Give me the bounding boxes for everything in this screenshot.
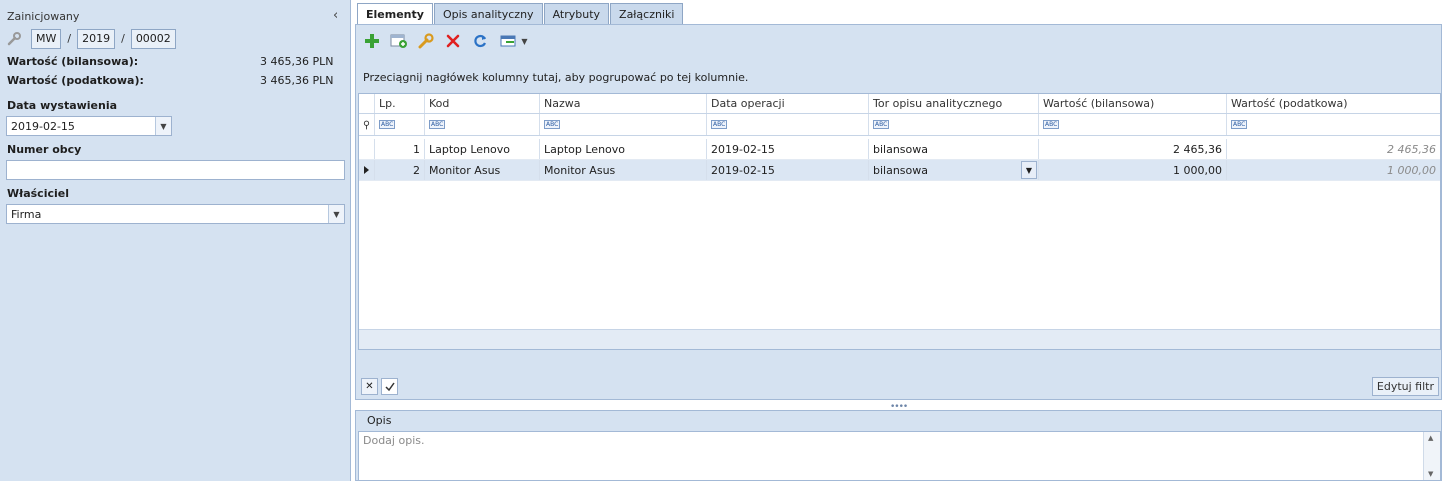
filter-cell-bilansowa[interactable]: ABC: [1039, 114, 1227, 135]
row-indicator[interactable]: [359, 139, 375, 159]
owner-select[interactable]: Firma ▼: [6, 204, 345, 224]
table-row[interactable]: 1 Laptop Lenovo Laptop Lenovo 2019-02-15…: [359, 139, 1440, 160]
document-number: MW / 2019 / 00002: [7, 28, 180, 49]
collapse-panel-icon[interactable]: ‹: [333, 8, 338, 23]
issue-date-label: Data wystawienia: [7, 99, 118, 112]
issue-date-value: 2019-02-15: [11, 119, 75, 133]
foreign-number-label: Numer obcy: [7, 143, 82, 156]
text-filter-icon: ABC: [1231, 120, 1248, 129]
chevron-down-icon[interactable]: ▼: [155, 117, 171, 135]
add-from-list-icon[interactable]: [389, 31, 409, 51]
document-status: Zainicjowany: [7, 10, 80, 23]
chevron-down-icon[interactable]: ▼: [521, 37, 527, 46]
cell-tor: bilansowa: [873, 163, 929, 177]
balance-value: 3 465,36 PLN: [260, 55, 334, 68]
balance-value-label: Wartość (bilansowa):: [7, 55, 139, 68]
filter-cell-nazwa[interactable]: ABC: [540, 114, 707, 135]
vertical-scrollbar[interactable]: ▲ ▼: [1423, 432, 1440, 480]
description-title: Opis: [367, 414, 392, 427]
description-textarea[interactable]: Dodaj opis. ▲ ▼: [358, 431, 1441, 481]
number-year-field[interactable]: 2019: [77, 28, 116, 49]
grid-toolbar: ▼: [362, 31, 538, 51]
filter-enabled-checkbox[interactable]: [381, 378, 398, 395]
row-indicator-header: [359, 94, 375, 113]
cell-wartosc-podatkowa: 2 465,36: [1387, 142, 1436, 156]
column-header-nazwa[interactable]: Nazwa: [540, 94, 707, 113]
cell-nazwa[interactable]: Laptop Lenovo: [540, 139, 707, 159]
cell-wartosc-bilansowa[interactable]: 1 000,00: [1039, 160, 1227, 180]
cell-nazwa[interactable]: Monitor Asus: [540, 160, 707, 180]
column-header-tor[interactable]: Tor opisu analitycznego: [869, 94, 1039, 113]
tax-value: 3 465,36 PLN: [260, 74, 334, 87]
text-filter-icon: ABC: [1043, 120, 1060, 129]
column-header-lp[interactable]: Lp.: [375, 94, 425, 113]
text-filter-icon: ABC: [873, 120, 890, 129]
cell-lp[interactable]: 1: [375, 139, 425, 159]
edit-filter-button[interactable]: Edytuj filtr: [1371, 377, 1439, 396]
cell-tor-dropdown[interactable]: bilansowa ▼: [869, 160, 1039, 180]
filter-cell-lp[interactable]: ABC: [375, 114, 425, 135]
group-by-hint: Przeciągnij nagłówek kolumny tutaj, aby …: [363, 71, 749, 84]
table-row[interactable]: 2 Monitor Asus Monitor Asus 2019-02-15 b…: [359, 160, 1440, 181]
tab-opis-analityczny[interactable]: Opis analityczny: [433, 3, 543, 24]
text-filter-icon: ABC: [379, 120, 396, 129]
issue-date-field[interactable]: 2019-02-15 ▼: [6, 116, 172, 136]
grid-summary-footer: [359, 329, 1440, 349]
text-filter-icon: ABC: [711, 120, 728, 129]
add-icon[interactable]: [362, 31, 382, 51]
cell-data-operacji[interactable]: 2019-02-15: [707, 160, 869, 180]
description-placeholder: Dodaj opis.: [363, 434, 425, 447]
wrench-icon[interactable]: [7, 31, 25, 46]
grid-header-row: Lp. Kod Nazwa Data operacji Tor opisu an…: [359, 94, 1440, 114]
chevron-down-icon[interactable]: ▼: [328, 205, 344, 223]
tab-strip: Elementy Opis analityczny Atrybuty Załąc…: [357, 3, 684, 25]
cell-tor[interactable]: bilansowa: [869, 139, 1039, 159]
elements-grid: Lp. Kod Nazwa Data operacji Tor opisu an…: [358, 93, 1441, 350]
current-row-arrow-icon[interactable]: [359, 160, 375, 180]
tax-value-label: Wartość (podatkowa):: [7, 74, 144, 87]
column-header-data-operacji[interactable]: Data operacji: [707, 94, 869, 113]
filter-cell-data[interactable]: ABC: [707, 114, 869, 135]
scroll-up-icon[interactable]: ▲: [1428, 434, 1433, 442]
filter-cell-podatkowa[interactable]: ABC: [1227, 114, 1440, 135]
elements-panel: ▼ Przeciągnij nagłówek kolumny tutaj, ab…: [355, 24, 1442, 400]
refresh-icon[interactable]: [470, 31, 490, 51]
filter-cell-tor[interactable]: ABC: [869, 114, 1039, 135]
text-filter-icon: ABC: [429, 120, 446, 129]
cell-wartosc-podatkowa: 1 000,00: [1387, 163, 1436, 177]
grid-filter-row: ABC ABC ABC ABC ABC ABC ABC: [359, 114, 1440, 136]
cell-data-operacji[interactable]: 2019-02-15: [707, 139, 869, 159]
edit-icon[interactable]: [416, 31, 436, 51]
foreign-number-field[interactable]: [6, 160, 345, 180]
cell-lp[interactable]: 2: [375, 160, 425, 180]
number-separator: /: [121, 32, 125, 45]
export-icon[interactable]: ▼: [497, 31, 531, 51]
text-filter-icon: ABC: [544, 120, 561, 129]
column-header-wartosc-podatkowa[interactable]: Wartość (podatkowa): [1227, 94, 1440, 113]
cell-kod[interactable]: Laptop Lenovo: [425, 139, 540, 159]
column-header-wartosc-bilansowa[interactable]: Wartość (bilansowa): [1039, 94, 1227, 113]
owner-label: Właściciel: [7, 187, 69, 200]
description-panel: Opis Dodaj opis. ▲ ▼: [355, 410, 1442, 481]
chevron-down-icon[interactable]: ▼: [1021, 161, 1037, 179]
scroll-down-icon[interactable]: ▼: [1428, 470, 1433, 478]
filter-bar: ✕ Edytuj filtr: [358, 375, 1441, 398]
document-header-panel: Zainicjowany ‹ MW / 2019 / 00002 Wartość…: [0, 0, 351, 481]
tab-elementy[interactable]: Elementy: [357, 3, 433, 25]
cell-kod[interactable]: Monitor Asus: [425, 160, 540, 180]
clear-filter-icon[interactable]: ✕: [361, 378, 378, 395]
filter-cell-kod[interactable]: ABC: [425, 114, 540, 135]
column-header-kod[interactable]: Kod: [425, 94, 540, 113]
number-prefix-field[interactable]: MW: [31, 28, 62, 49]
tab-atrybuty[interactable]: Atrybuty: [543, 3, 610, 24]
number-separator: /: [67, 32, 72, 45]
tab-zalaczniki[interactable]: Załączniki: [610, 3, 684, 24]
number-seq-field[interactable]: 00002: [130, 28, 176, 49]
filter-pin-icon[interactable]: [359, 114, 375, 135]
cell-wartosc-bilansowa[interactable]: 2 465,36: [1039, 139, 1227, 159]
delete-icon[interactable]: [443, 31, 463, 51]
owner-value: Firma: [11, 207, 42, 221]
